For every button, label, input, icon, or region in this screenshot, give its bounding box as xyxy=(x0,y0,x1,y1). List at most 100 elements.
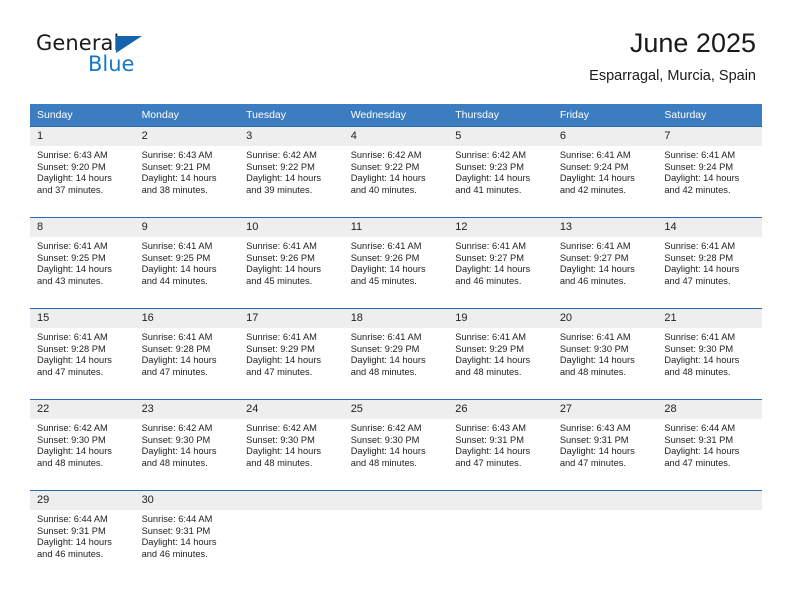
calendar-day-cell[interactable]: 25 Sunrise: 6:42 AM Sunset: 9:30 PM Dayligh… xyxy=(343,399,449,491)
day-number: 7 xyxy=(657,127,762,146)
sunrise-time: Sunrise: 6:41 AM xyxy=(664,241,736,251)
day-cell-inner: 13 Sunrise: 6:41 AM Sunset: 9:27 PM Dayligh… xyxy=(552,218,658,308)
page-header: General Blue June 2025 Esparragal, Murci… xyxy=(0,0,792,100)
sunrise-time: Sunrise: 6:43 AM xyxy=(455,423,527,433)
sunrise-time: Sunrise: 6:41 AM xyxy=(455,241,527,251)
calendar-page: General Blue June 2025 Esparragal, Murci… xyxy=(0,0,792,612)
calendar-day-cell[interactable]: 29 Sunrise: 6:44 AM Sunset: 9:31 PM Dayligh… xyxy=(30,490,135,581)
daylight-duration-line2: and 43 minutes. xyxy=(37,275,104,286)
calendar-day-cell[interactable]: 27 Sunrise: 6:43 AM Sunset: 9:31 PM Dayligh… xyxy=(552,399,658,491)
daylight-duration-line2: and 48 minutes. xyxy=(246,457,313,468)
calendar-day-cell[interactable]: 14 Sunrise: 6:41 AM Sunset: 9:28 PM Dayligh… xyxy=(657,217,762,309)
day-cell-inner: 20 Sunrise: 6:41 AM Sunset: 9:30 PM Dayligh… xyxy=(552,309,658,399)
daylight-duration-line1: Daylight: 14 hours xyxy=(455,173,531,184)
sunset-time: Sunset: 9:26 PM xyxy=(246,252,315,263)
sunrise-time: Sunrise: 6:41 AM xyxy=(455,332,527,342)
calendar-day-cell[interactable]: 9 Sunrise: 6:41 AM Sunset: 9:25 PM Daylight… xyxy=(134,217,240,309)
day-details xyxy=(448,510,553,514)
day-details: Sunrise: 6:41 AM Sunset: 9:26 PM Daylight:… xyxy=(239,237,344,287)
weekday-header-monday: Monday xyxy=(134,104,240,127)
sunset-time: Sunset: 9:30 PM xyxy=(664,343,734,354)
daylight-duration-line2: and 44 minutes. xyxy=(141,275,208,286)
calendar-day-cell[interactable]: 5 Sunrise: 6:42 AM Sunset: 9:23 PM Daylight… xyxy=(448,126,553,218)
sunrise-time: Sunrise: 6:41 AM xyxy=(559,332,631,342)
day-number: 16 xyxy=(134,309,240,328)
calendar-day-cell[interactable] xyxy=(343,490,449,581)
daylight-duration-line1: Daylight: 14 hours xyxy=(559,264,635,275)
calendar-day-cell[interactable]: 16 Sunrise: 6:41 AM Sunset: 9:28 PM Dayligh… xyxy=(134,308,240,400)
calendar-header-row: Sunday Monday Tuesday Wednesday Thursday… xyxy=(30,104,762,127)
day-number: 1 xyxy=(30,127,135,146)
calendar-day-cell[interactable]: 3 Sunrise: 6:42 AM Sunset: 9:22 PM Daylight… xyxy=(239,126,344,218)
calendar-day-cell[interactable] xyxy=(239,490,344,581)
calendar-day-cell[interactable]: 2 Sunrise: 6:43 AM Sunset: 9:21 PM Daylight… xyxy=(134,126,240,218)
day-details: Sunrise: 6:42 AM Sunset: 9:30 PM Daylight:… xyxy=(344,419,449,469)
sunrise-time: Sunrise: 6:42 AM xyxy=(141,423,213,433)
calendar-day-cell[interactable]: 23 Sunrise: 6:42 AM Sunset: 9:30 PM Dayligh… xyxy=(134,399,240,491)
sunset-time: Sunset: 9:28 PM xyxy=(37,343,106,354)
calendar-day-cell[interactable]: 8 Sunrise: 6:41 AM Sunset: 9:25 PM Daylight… xyxy=(30,217,135,309)
day-details: Sunrise: 6:42 AM Sunset: 9:30 PM Daylight:… xyxy=(239,419,344,469)
day-details: Sunrise: 6:41 AM Sunset: 9:30 PM Daylight:… xyxy=(657,328,762,378)
day-details: Sunrise: 6:41 AM Sunset: 9:25 PM Daylight:… xyxy=(30,237,135,287)
day-cell-inner: 26 Sunrise: 6:43 AM Sunset: 9:31 PM Dayligh… xyxy=(448,400,553,490)
day-details: Sunrise: 6:42 AM Sunset: 9:22 PM Daylight:… xyxy=(344,146,449,196)
calendar-day-cell[interactable]: 6 Sunrise: 6:41 AM Sunset: 9:24 PM Daylight… xyxy=(552,126,658,218)
calendar-day-cell[interactable] xyxy=(448,490,553,581)
sunrise-time: Sunrise: 6:41 AM xyxy=(37,241,108,251)
daylight-duration-line1: Daylight: 14 hours xyxy=(246,355,322,366)
sunrise-time: Sunrise: 6:41 AM xyxy=(664,332,736,342)
sunset-time: Sunset: 9:31 PM xyxy=(664,434,734,445)
day-cell-inner: 29 Sunrise: 6:44 AM Sunset: 9:31 PM Dayligh… xyxy=(30,491,135,581)
day-cell-inner: 22 Sunrise: 6:42 AM Sunset: 9:30 PM Dayligh… xyxy=(30,400,135,490)
day-cell-inner: 24 Sunrise: 6:42 AM Sunset: 9:30 PM Dayligh… xyxy=(239,400,344,490)
daylight-duration-line1: Daylight: 14 hours xyxy=(559,355,635,366)
day-details: Sunrise: 6:41 AM Sunset: 9:28 PM Daylight:… xyxy=(135,328,240,378)
calendar-day-cell[interactable]: 1 Sunrise: 6:43 AM Sunset: 9:20 PM Daylight… xyxy=(30,126,135,218)
daylight-duration-line2: and 47 minutes. xyxy=(246,366,313,377)
sunset-time: Sunset: 9:28 PM xyxy=(664,252,734,263)
day-number xyxy=(239,491,344,510)
sunset-time: Sunset: 9:24 PM xyxy=(559,161,629,172)
calendar-day-cell[interactable]: 24 Sunrise: 6:42 AM Sunset: 9:30 PM Dayligh… xyxy=(239,399,344,491)
generalblue-logo[interactable]: General Blue xyxy=(36,33,196,81)
sunset-time: Sunset: 9:30 PM xyxy=(37,434,106,445)
day-details: Sunrise: 6:44 AM Sunset: 9:31 PM Daylight:… xyxy=(657,419,762,469)
day-number: 21 xyxy=(657,309,762,328)
calendar-day-cell[interactable]: 22 Sunrise: 6:42 AM Sunset: 9:30 PM Dayligh… xyxy=(30,399,135,491)
day-number xyxy=(657,491,762,510)
calendar-day-cell[interactable]: 10 Sunrise: 6:41 AM Sunset: 9:26 PM Dayligh… xyxy=(239,217,344,309)
calendar-day-cell[interactable]: 7 Sunrise: 6:41 AM Sunset: 9:24 PM Daylight… xyxy=(657,126,762,218)
calendar-day-cell[interactable]: 4 Sunrise: 6:42 AM Sunset: 9:22 PM Daylight… xyxy=(343,126,449,218)
daylight-duration-line1: Daylight: 14 hours xyxy=(141,173,217,184)
calendar-day-cell[interactable]: 20 Sunrise: 6:41 AM Sunset: 9:30 PM Dayligh… xyxy=(552,308,658,400)
calendar-day-cell[interactable]: 11 Sunrise: 6:41 AM Sunset: 9:26 PM Dayligh… xyxy=(343,217,449,309)
calendar-day-cell[interactable] xyxy=(552,490,658,581)
sunset-time: Sunset: 9:29 PM xyxy=(350,343,420,354)
day-cell-inner: 12 Sunrise: 6:41 AM Sunset: 9:27 PM Dayligh… xyxy=(448,218,553,308)
sunrise-time: Sunrise: 6:41 AM xyxy=(37,332,108,342)
calendar-day-cell[interactable] xyxy=(657,490,762,581)
calendar-day-cell[interactable]: 30 Sunrise: 6:44 AM Sunset: 9:31 PM Dayligh… xyxy=(134,490,240,581)
sunrise-time: Sunrise: 6:41 AM xyxy=(559,241,631,251)
day-cell-inner: 9 Sunrise: 6:41 AM Sunset: 9:25 PM Daylight… xyxy=(134,218,240,308)
day-cell-inner: 28 Sunrise: 6:44 AM Sunset: 9:31 PM Dayligh… xyxy=(657,400,762,490)
sunset-time: Sunset: 9:28 PM xyxy=(141,343,211,354)
day-details: Sunrise: 6:41 AM Sunset: 9:30 PM Daylight:… xyxy=(553,328,658,378)
calendar-day-cell[interactable]: 15 Sunrise: 6:41 AM Sunset: 9:28 PM Dayligh… xyxy=(30,308,135,400)
calendar-day-cell[interactable]: 12 Sunrise: 6:41 AM Sunset: 9:27 PM Dayligh… xyxy=(448,217,553,309)
daylight-duration-line2: and 47 minutes. xyxy=(664,275,731,286)
calendar-day-cell[interactable]: 18 Sunrise: 6:41 AM Sunset: 9:29 PM Dayligh… xyxy=(343,308,449,400)
calendar-day-cell[interactable]: 13 Sunrise: 6:41 AM Sunset: 9:27 PM Dayligh… xyxy=(552,217,658,309)
day-number: 22 xyxy=(30,400,135,419)
calendar-day-cell[interactable]: 21 Sunrise: 6:41 AM Sunset: 9:30 PM Dayligh… xyxy=(657,308,762,400)
calendar-day-cell[interactable]: 26 Sunrise: 6:43 AM Sunset: 9:31 PM Dayligh… xyxy=(448,399,553,491)
calendar-day-cell[interactable]: 28 Sunrise: 6:44 AM Sunset: 9:31 PM Dayligh… xyxy=(657,399,762,491)
calendar-day-cell[interactable]: 19 Sunrise: 6:41 AM Sunset: 9:29 PM Dayligh… xyxy=(448,308,553,400)
daylight-duration-line2: and 47 minutes. xyxy=(664,457,731,468)
daylight-duration-line2: and 48 minutes. xyxy=(37,457,104,468)
day-number: 27 xyxy=(552,400,658,419)
calendar-day-cell[interactable]: 17 Sunrise: 6:41 AM Sunset: 9:29 PM Dayligh… xyxy=(239,308,344,400)
day-number xyxy=(448,491,553,510)
day-details: Sunrise: 6:41 AM Sunset: 9:25 PM Daylight:… xyxy=(135,237,240,287)
